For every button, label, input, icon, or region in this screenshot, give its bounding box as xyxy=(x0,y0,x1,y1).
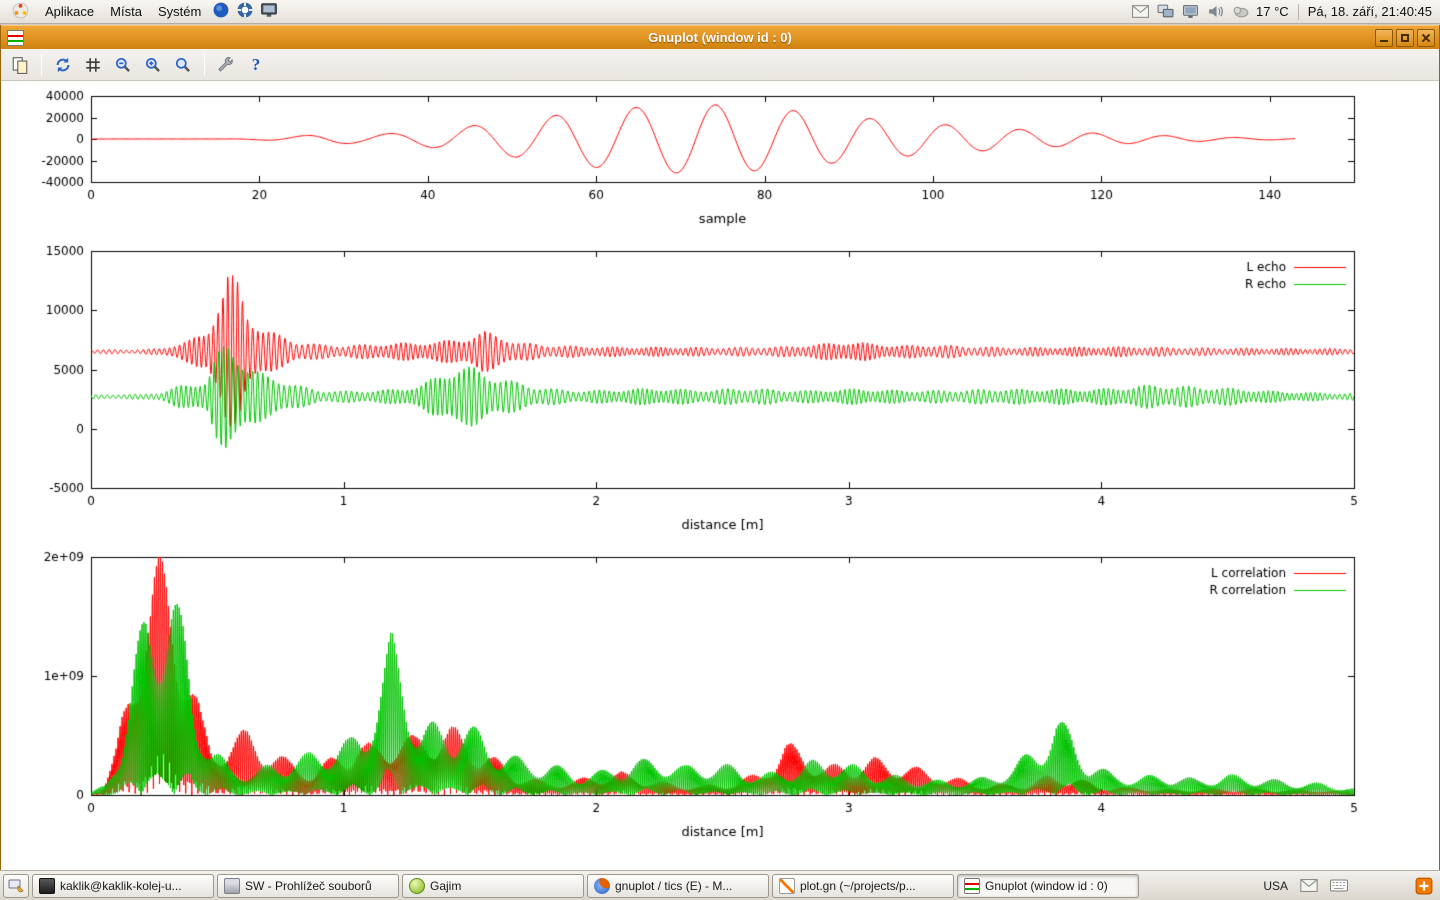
gnuplot-toolbar: ? xyxy=(1,49,1439,81)
keyboard-layout-indicator[interactable]: USA xyxy=(1263,879,1288,893)
zoom-previous-icon xyxy=(114,56,132,74)
mail-icon[interactable] xyxy=(1300,877,1318,895)
clock-applet[interactable]: Pá, 18. září, 21:40:45 xyxy=(1308,4,1432,19)
volume-icon[interactable] xyxy=(1206,3,1224,21)
firefox-icon xyxy=(594,878,610,894)
replot-icon xyxy=(54,56,72,74)
grid-button[interactable] xyxy=(80,52,106,78)
help-button[interactable]: ? xyxy=(243,52,269,78)
toolbar-separator xyxy=(204,54,205,76)
ubuntu-logo-icon xyxy=(12,2,29,22)
gnuplot-window: Gnuplot (window id : 0) xyxy=(0,25,1440,870)
replot-button[interactable] xyxy=(50,52,76,78)
temperature-label[interactable]: 17 °C xyxy=(1256,4,1289,19)
display-icon[interactable] xyxy=(1181,3,1199,21)
panel-separator xyxy=(1298,4,1299,20)
menu-places[interactable]: Místa xyxy=(102,0,150,23)
zoom-previous-button[interactable] xyxy=(110,52,136,78)
copy-icon xyxy=(11,56,29,74)
menu-system[interactable]: Systém xyxy=(150,0,209,23)
zoom-button[interactable] xyxy=(170,52,196,78)
wrench-icon xyxy=(217,56,235,74)
ubuntu-logo-menu[interactable] xyxy=(4,0,37,23)
taskbar-window-button-5[interactable]: plot.gn (~/projects/p... xyxy=(772,874,954,898)
screenshot-launcher[interactable] xyxy=(258,1,280,23)
taskbar: kaklik@kaklik-kolej-u... SW - Prohlížeč s… xyxy=(0,870,1440,900)
taskbar-window-label: plot.gn (~/projects/p... xyxy=(800,879,916,893)
file-manager-icon xyxy=(224,878,240,894)
plot-canvas[interactable] xyxy=(1,81,1439,869)
zoom-next-icon xyxy=(144,56,162,74)
taskbar-window-label: Gajim xyxy=(430,879,461,893)
taskbar-tray: USA xyxy=(1263,877,1437,895)
toolbar-separator xyxy=(41,54,42,76)
close-button[interactable] xyxy=(1417,29,1435,47)
menu-places-label: Místa xyxy=(110,4,142,19)
keyboard-indicator-icon[interactable] xyxy=(1330,877,1348,895)
taskbar-window-label: Gnuplot (window id : 0) xyxy=(985,879,1108,893)
network-icon[interactable] xyxy=(1156,3,1174,21)
text-editor-icon xyxy=(779,878,795,894)
taskbar-window-button-1[interactable]: kaklik@kaklik-kolej-u... xyxy=(32,874,214,898)
taskbar-window-label: gnuplot / tics (E) - M... xyxy=(615,879,732,893)
firefox-icon xyxy=(212,1,230,22)
menu-system-label: Systém xyxy=(158,4,201,19)
gnuplot-window-icon[interactable] xyxy=(7,30,24,46)
weather-icon[interactable] xyxy=(1231,3,1249,21)
config-button[interactable] xyxy=(213,52,239,78)
screenshot-icon xyxy=(260,1,278,22)
titlebar[interactable]: Gnuplot (window id : 0) xyxy=(1,25,1439,49)
maximize-button[interactable] xyxy=(1396,29,1414,47)
taskbar-window-label: kaklik@kaklik-kolej-u... xyxy=(60,879,182,893)
panel-left: Aplikace Místa Systém xyxy=(4,0,281,23)
taskbar-window-button-6[interactable]: Gnuplot (window id : 0) xyxy=(957,874,1139,898)
gnuplot-icon xyxy=(964,878,980,894)
panel-tray: 17 °C Pá, 18. září, 21:40:45 xyxy=(1131,0,1436,23)
gajim-icon xyxy=(409,878,425,894)
zoom-icon xyxy=(174,56,192,74)
taskbar-window-button-2[interactable]: SW - Prohlížeč souborů xyxy=(217,874,399,898)
window-controls xyxy=(1375,29,1435,47)
zoom-next-button[interactable] xyxy=(140,52,166,78)
terminal-icon xyxy=(39,878,55,894)
minimize-icon xyxy=(1380,40,1388,42)
desktop: Aplikace Místa Systém xyxy=(0,0,1440,900)
show-desktop-icon xyxy=(8,879,24,893)
taskbar-window-label: SW - Prohlížeč souborů xyxy=(245,879,372,893)
plot-area xyxy=(1,81,1439,869)
taskbar-window-list: kaklik@kaklik-kolej-u... SW - Prohlížeč s… xyxy=(32,874,1139,898)
mail-notification-icon[interactable] xyxy=(1131,3,1149,21)
firefox-launcher[interactable] xyxy=(210,1,232,23)
menu-applications[interactable]: Aplikace xyxy=(37,0,102,23)
show-desktop-button[interactable] xyxy=(3,874,29,898)
minimize-button[interactable] xyxy=(1375,29,1393,47)
window-title: Gnuplot (window id : 0) xyxy=(1,30,1439,45)
help-browser-icon xyxy=(236,1,254,22)
maximize-icon xyxy=(1401,34,1409,42)
taskbar-window-button-4[interactable]: gnuplot / tics (E) - M... xyxy=(587,874,769,898)
taskbar-window-button-3[interactable]: Gajim xyxy=(402,874,584,898)
help-icon: ? xyxy=(252,55,261,75)
help-launcher[interactable] xyxy=(234,1,256,23)
top-panel: Aplikace Místa Systém xyxy=(0,0,1440,24)
copy-button[interactable] xyxy=(7,52,33,78)
grid-icon xyxy=(84,56,102,74)
update-notifier-icon[interactable] xyxy=(1415,877,1433,895)
menu-applications-label: Aplikace xyxy=(45,4,94,19)
